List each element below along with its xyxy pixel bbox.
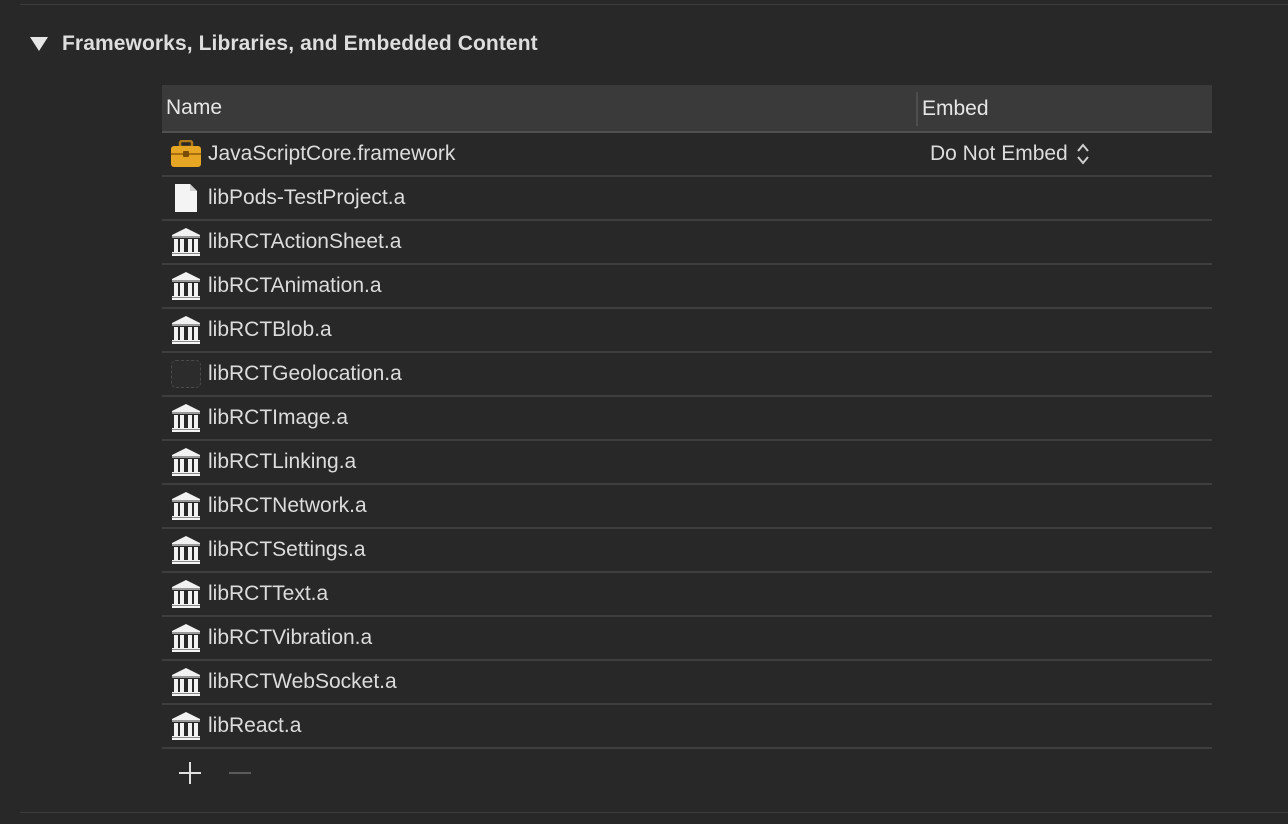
- file-name: JavaScriptCore.framework: [208, 142, 456, 165]
- name-cell: libRCTText.a: [162, 579, 922, 609]
- library-icon: [170, 491, 202, 521]
- library-icon: [170, 227, 202, 257]
- name-cell: JavaScriptCore.framework: [162, 139, 922, 169]
- name-cell: libReact.a: [162, 711, 922, 741]
- library-icon: [170, 315, 202, 345]
- name-cell: libRCTLinking.a: [162, 447, 922, 477]
- name-cell: libPods-TestProject.a: [162, 183, 922, 213]
- remove-button[interactable]: [226, 759, 254, 787]
- table-header: Name Embed: [162, 85, 1212, 133]
- bottom-divider: [20, 812, 1288, 813]
- file-name: libRCTVibration.a: [208, 626, 373, 649]
- name-cell: libRCTWebSocket.a: [162, 667, 922, 697]
- minus-icon: [229, 772, 251, 774]
- file-name: libRCTAnimation.a: [208, 274, 382, 297]
- table-row[interactable]: libReact.a: [162, 705, 1212, 749]
- library-icon: [170, 623, 202, 653]
- name-cell: libRCTSettings.a: [162, 535, 922, 565]
- table-row[interactable]: libRCTGeolocation.a: [162, 353, 1212, 397]
- file-name: libRCTActionSheet.a: [208, 230, 402, 253]
- name-cell: libRCTAnimation.a: [162, 271, 922, 301]
- document-icon: [170, 183, 202, 213]
- library-icon: [170, 447, 202, 477]
- table-row[interactable]: JavaScriptCore.framework Do Not Embed: [162, 133, 1212, 177]
- toolbox-icon: [170, 139, 202, 169]
- table-row[interactable]: libRCTWebSocket.a: [162, 661, 1212, 705]
- up-down-chevron-icon: [1076, 143, 1089, 165]
- embed-popup-button[interactable]: Do Not Embed: [930, 142, 1090, 166]
- table-row[interactable]: libRCTLinking.a: [162, 441, 1212, 485]
- frameworks-table: Name Embed JavaScriptCore.framework Do No…: [162, 85, 1212, 797]
- add-button[interactable]: [176, 759, 204, 787]
- table-footer: [162, 749, 1212, 797]
- table-row[interactable]: libRCTActionSheet.a: [162, 221, 1212, 265]
- library-icon: [170, 579, 202, 609]
- placeholder-icon: [170, 359, 202, 389]
- file-name: libRCTBlob.a: [208, 318, 332, 341]
- table-body: JavaScriptCore.framework Do Not Embed libP…: [162, 133, 1212, 749]
- library-icon: [170, 271, 202, 301]
- library-icon: [170, 711, 202, 741]
- plus-icon: [179, 762, 201, 784]
- file-name: libRCTImage.a: [208, 406, 349, 429]
- file-name: libRCTGeolocation.a: [208, 362, 402, 385]
- file-name: libRCTLinking.a: [208, 450, 357, 473]
- file-name: libRCTSettings.a: [208, 538, 366, 561]
- name-cell: libRCTImage.a: [162, 403, 922, 433]
- table-row[interactable]: libRCTNetwork.a: [162, 485, 1212, 529]
- disclosure-triangle-icon[interactable]: [30, 37, 48, 51]
- library-icon: [170, 535, 202, 565]
- library-icon: [170, 403, 202, 433]
- column-header-name[interactable]: Name: [162, 85, 916, 131]
- table-row[interactable]: libRCTBlob.a: [162, 309, 1212, 353]
- file-name: libRCTWebSocket.a: [208, 670, 397, 693]
- name-cell: libRCTGeolocation.a: [162, 359, 922, 389]
- section-header[interactable]: Frameworks, Libraries, and Embedded Cont…: [30, 30, 538, 58]
- embed-cell: Do Not Embed: [922, 142, 1212, 166]
- file-name: libRCTText.a: [208, 582, 329, 605]
- section-title: Frameworks, Libraries, and Embedded Cont…: [62, 32, 538, 55]
- file-name: libReact.a: [208, 714, 302, 737]
- name-cell: libRCTVibration.a: [162, 623, 922, 653]
- name-cell: libRCTBlob.a: [162, 315, 922, 345]
- table-row[interactable]: libRCTText.a: [162, 573, 1212, 617]
- embed-value: Do Not Embed: [930, 142, 1068, 165]
- table-row[interactable]: libRCTImage.a: [162, 397, 1212, 441]
- file-name: libPods-TestProject.a: [208, 186, 406, 209]
- table-row[interactable]: libRCTAnimation.a: [162, 265, 1212, 309]
- name-cell: libRCTActionSheet.a: [162, 227, 922, 257]
- column-header-embed[interactable]: Embed: [916, 92, 1212, 126]
- file-name: libRCTNetwork.a: [208, 494, 367, 517]
- table-row[interactable]: libPods-TestProject.a: [162, 177, 1212, 221]
- table-row[interactable]: libRCTSettings.a: [162, 529, 1212, 573]
- table-row[interactable]: libRCTVibration.a: [162, 617, 1212, 661]
- library-icon: [170, 667, 202, 697]
- name-cell: libRCTNetwork.a: [162, 491, 922, 521]
- top-divider: [20, 4, 1288, 5]
